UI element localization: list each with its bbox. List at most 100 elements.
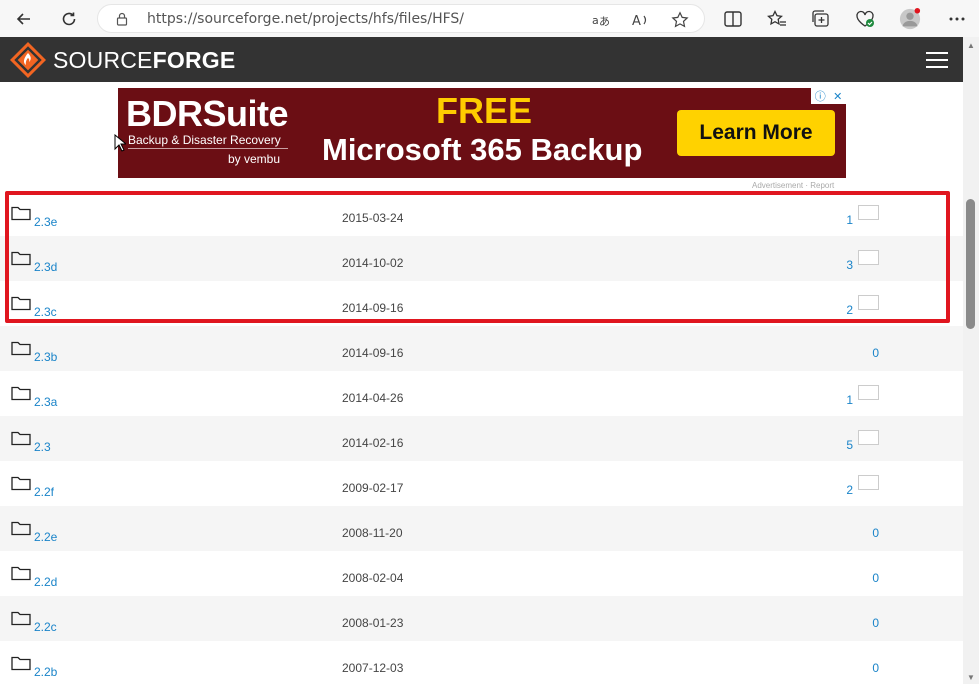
download-count[interactable]: 0 bbox=[872, 661, 879, 675]
folder-name-link[interactable]: 2.3d bbox=[34, 260, 57, 274]
table-row[interactable]: 2.2c 2008-01-23 0 bbox=[0, 596, 963, 641]
favorites-icon[interactable] bbox=[766, 8, 788, 30]
site-header: SOURCEFORGE bbox=[0, 37, 963, 82]
table-row[interactable]: 2.2b 2007-12-03 0 bbox=[0, 641, 963, 686]
folder-icon[interactable] bbox=[11, 295, 31, 311]
folder-name-link[interactable]: 2.2b bbox=[34, 665, 57, 679]
refresh-button[interactable] bbox=[55, 5, 83, 33]
read-aloud-icon[interactable]: A bbox=[632, 11, 650, 29]
download-sparkline[interactable] bbox=[858, 250, 879, 265]
table-row[interactable]: 2.2d 2008-02-04 0 bbox=[0, 551, 963, 596]
folder-icon[interactable] bbox=[11, 340, 31, 356]
download-count[interactable]: 2 bbox=[846, 483, 853, 497]
table-row[interactable]: 2.2e 2008-11-20 0 bbox=[0, 506, 963, 551]
collections-icon[interactable] bbox=[810, 8, 832, 30]
folder-name-link[interactable]: 2.2c bbox=[34, 620, 57, 634]
table-row[interactable]: 2.3b 2014-09-16 0 bbox=[0, 326, 963, 371]
folder-date: 2008-11-20 bbox=[342, 526, 403, 540]
wordmark-source: SOURCE bbox=[53, 47, 153, 73]
folder-name-link[interactable]: 2.2f bbox=[34, 485, 54, 499]
table-row[interactable]: 2.3a 2014-04-26 1 bbox=[0, 371, 963, 416]
folder-date: 2007-12-03 bbox=[342, 661, 404, 675]
ad-meta: Advertisement · Report bbox=[752, 181, 835, 190]
download-sparkline[interactable] bbox=[858, 295, 879, 310]
download-count[interactable]: 0 bbox=[872, 616, 879, 630]
download-count[interactable]: 0 bbox=[872, 346, 879, 360]
folder-name-link[interactable]: 2.3 bbox=[34, 440, 51, 454]
table-row[interactable]: 2.2f 2009-02-17 2 bbox=[0, 461, 963, 506]
scroll-down-icon[interactable]: ▼ bbox=[966, 673, 976, 682]
site-wordmark[interactable]: SOURCEFORGE bbox=[53, 47, 235, 74]
ad-divider bbox=[128, 148, 288, 149]
download-count[interactable]: 0 bbox=[872, 571, 879, 585]
folder-icon[interactable] bbox=[11, 250, 31, 266]
ad-learn-more-button[interactable]: Learn More bbox=[677, 110, 835, 156]
download-count[interactable]: 1 bbox=[846, 213, 853, 227]
svg-text:a: a bbox=[592, 14, 599, 27]
download-sparkline[interactable] bbox=[858, 205, 879, 220]
svg-text:A: A bbox=[632, 14, 641, 28]
folder-name-link[interactable]: 2.3b bbox=[34, 350, 57, 364]
ad-headline: FREE bbox=[436, 90, 533, 131]
translate-icon[interactable]: aあ bbox=[592, 11, 610, 29]
download-count[interactable]: 2 bbox=[846, 303, 853, 317]
folder-icon[interactable] bbox=[11, 565, 31, 581]
address-bar[interactable]: https://sourceforge.net/projects/hfs/fil… bbox=[97, 4, 705, 33]
folder-date: 2014-09-16 bbox=[342, 301, 404, 315]
folder-icon[interactable] bbox=[11, 475, 31, 491]
menu-bar bbox=[926, 66, 948, 68]
page-content: SOURCEFORGE BDRSuite Backup & Disaster R… bbox=[0, 37, 979, 684]
folder-date: 2014-10-02 bbox=[342, 256, 404, 270]
ad-tagline: Backup & Disaster Recovery bbox=[128, 133, 281, 147]
back-arrow-icon bbox=[16, 13, 30, 25]
scroll-up-icon[interactable]: ▲ bbox=[966, 41, 976, 50]
back-button[interactable] bbox=[10, 5, 38, 33]
download-sparkline[interactable] bbox=[858, 385, 879, 400]
table-row[interactable]: 2.3 2014-02-16 5 bbox=[0, 416, 963, 461]
more-options-icon[interactable] bbox=[946, 8, 968, 30]
favorite-star-icon[interactable] bbox=[671, 11, 689, 29]
download-sparkline[interactable] bbox=[858, 475, 879, 490]
folder-name-link[interactable]: 2.3a bbox=[34, 395, 57, 409]
folder-icon[interactable] bbox=[11, 385, 31, 401]
folder-date: 2008-01-23 bbox=[342, 616, 404, 630]
scrollbar[interactable]: ▲ ▼ bbox=[963, 37, 979, 684]
menu-bar bbox=[926, 59, 948, 61]
table-row[interactable]: 2.3e 2015-03-24 1 bbox=[0, 191, 963, 236]
folder-date: 2009-02-17 bbox=[342, 481, 404, 495]
folder-date: 2008-02-04 bbox=[342, 571, 404, 585]
ad-close-icon[interactable]: ✕ bbox=[833, 90, 842, 103]
folder-date: 2015-03-24 bbox=[342, 211, 404, 225]
scroll-thumb[interactable] bbox=[966, 199, 975, 329]
profile-avatar[interactable] bbox=[899, 8, 921, 30]
folder-icon[interactable] bbox=[11, 205, 31, 221]
sourceforge-diamond-icon bbox=[10, 42, 46, 78]
ad-info-icon[interactable]: ⓘ bbox=[815, 88, 826, 104]
download-sparkline[interactable] bbox=[858, 430, 879, 445]
folder-name-link[interactable]: 2.2d bbox=[34, 575, 57, 589]
folder-icon[interactable] bbox=[11, 520, 31, 536]
ad-controls[interactable]: ⓘ ✕ bbox=[811, 88, 846, 104]
svg-text:あ: あ bbox=[599, 15, 610, 28]
menu-button[interactable] bbox=[926, 52, 948, 68]
folder-name-link[interactable]: 2.3e bbox=[34, 215, 57, 229]
advertisement-banner[interactable]: BDRSuite Backup & Disaster Recovery by v… bbox=[118, 88, 846, 178]
folder-date: 2014-02-16 bbox=[342, 436, 404, 450]
folder-name-link[interactable]: 2.3c bbox=[34, 305, 57, 319]
url-text[interactable]: https://sourceforge.net/projects/hfs/fil… bbox=[147, 11, 464, 27]
browser-toolbar: https://sourceforge.net/projects/hfs/fil… bbox=[0, 0, 979, 37]
browser-essentials-icon[interactable] bbox=[854, 8, 876, 30]
folder-icon[interactable] bbox=[11, 430, 31, 446]
folder-icon[interactable] bbox=[11, 655, 31, 671]
lock-icon[interactable] bbox=[116, 12, 128, 26]
table-row[interactable]: 2.3c 2014-09-16 2 bbox=[0, 281, 963, 326]
download-count[interactable]: 0 bbox=[872, 526, 879, 540]
sourceforge-logo[interactable] bbox=[8, 41, 48, 84]
download-count[interactable]: 5 bbox=[846, 438, 853, 452]
table-row[interactable]: 2.3d 2014-10-02 3 bbox=[0, 236, 963, 281]
split-screen-icon[interactable] bbox=[722, 8, 744, 30]
folder-icon[interactable] bbox=[11, 610, 31, 626]
download-count[interactable]: 1 bbox=[846, 393, 853, 407]
download-count[interactable]: 3 bbox=[846, 258, 853, 272]
folder-name-link[interactable]: 2.2e bbox=[34, 530, 57, 544]
